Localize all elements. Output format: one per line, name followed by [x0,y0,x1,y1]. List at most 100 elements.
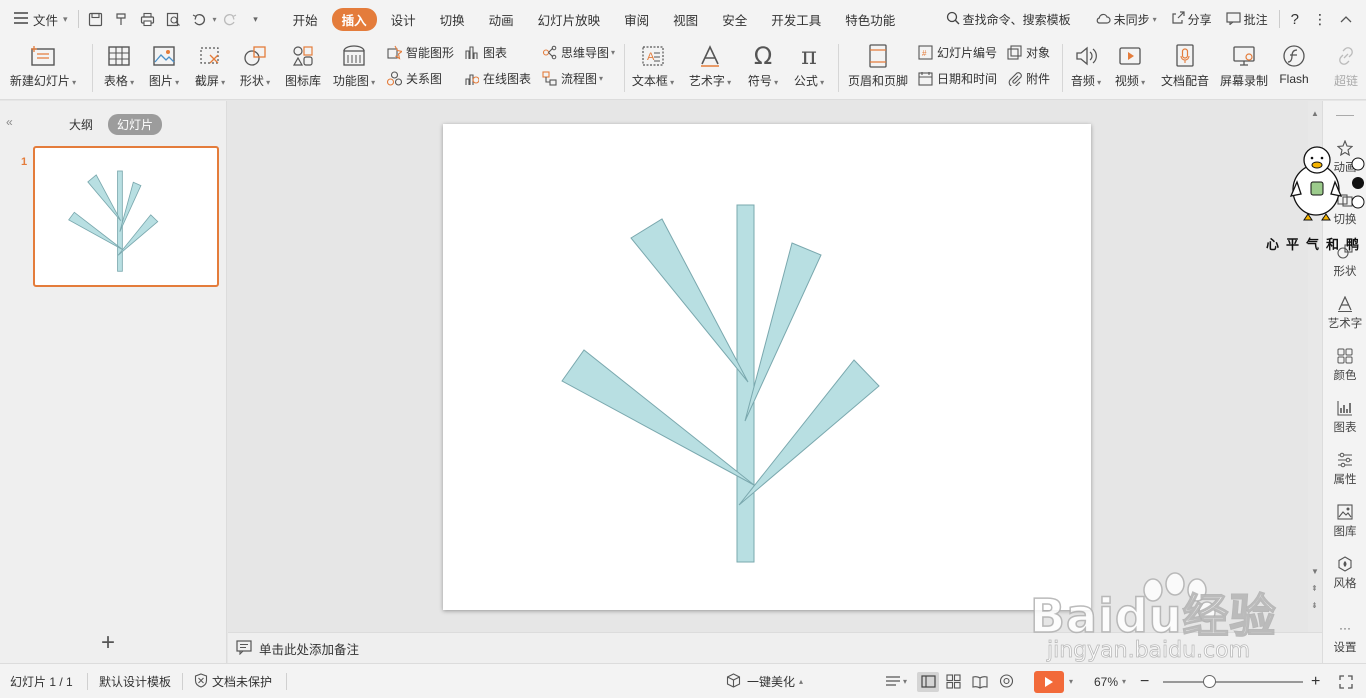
template-name[interactable]: 默认设计模板 [99,664,171,698]
flowchart-button[interactable]: 流程图 ▾ [542,70,603,87]
zoom-slider-thumb[interactable] [1203,674,1217,688]
tab-view[interactable]: 视图 [663,8,708,31]
attachment-button[interactable]: 附件 [1007,70,1050,87]
screen-record-button[interactable]: 屏幕录制 [1216,38,1272,89]
align-icon [886,676,900,686]
side-shape-label: 形状 [1333,266,1357,278]
function-chart-button[interactable]: 功能图 ▾ [331,38,377,89]
collapse-ribbon-icon[interactable] [1333,15,1366,23]
zoom-in-button[interactable]: + [1311,664,1320,698]
screenshot-button[interactable]: 截屏 ▾ [192,38,228,89]
tab-developer[interactable]: 开发工具 [761,8,831,31]
tab-security[interactable]: 安全 [712,8,757,31]
table-button[interactable]: 表格 ▾ [102,38,136,89]
file-menu[interactable]: 文件 ▾ [0,0,74,38]
zoom-level[interactable]: 67% ▾ [1094,664,1126,698]
header-footer-button[interactable]: 页眉和页脚 [846,38,910,89]
tab-slideshow[interactable]: 幻灯片放映 [528,8,611,31]
beautify-button[interactable]: 一键美化 ▴ [726,664,803,698]
icon-library-button[interactable]: 图标库 [283,38,323,89]
side-color-button[interactable]: 颜色 [1323,347,1366,383]
save-icon[interactable] [88,11,104,27]
stem-rectangle[interactable] [736,204,755,563]
print-preview-icon[interactable] [166,11,182,27]
search-command[interactable]: 查找命令、搜索模板 [939,11,1078,28]
search-icon [946,11,960,28]
slide-number-button[interactable]: # 幻灯片编号 [918,44,997,61]
doc-dubbing-button[interactable]: 文档配音 [1158,38,1212,89]
smart-graphic-button[interactable]: 智能图形 [387,44,454,61]
screen-record-icon [1232,42,1256,70]
notes-placeholder: 单击此处添加备注 [259,642,360,657]
side-property-button[interactable]: 属性 [1323,451,1366,487]
tab-slides[interactable]: 幻灯片 [108,114,163,135]
online-chart-button[interactable]: 在线图表 [464,70,531,87]
tab-home[interactable]: 开始 [283,8,328,31]
tab-design[interactable]: 设计 [381,8,426,31]
tab-outline[interactable]: 大纲 [60,114,102,135]
help-button[interactable]: ? [1284,11,1306,28]
share-button[interactable]: 分享 [1164,10,1219,28]
side-gallery-button[interactable]: 图库 [1323,503,1366,539]
tab-review[interactable]: 审阅 [614,8,659,31]
hyperlink-button[interactable]: 超链 [1326,38,1366,89]
prev-slide-icon[interactable]: ⇞ [1311,584,1318,593]
notes-toggle[interactable]: ▾ [885,664,907,698]
art-text-button[interactable]: 艺术字 ▾ [686,38,734,89]
object-button[interactable]: 对象 [1007,44,1050,61]
lower-left-triangle[interactable] [561,349,755,486]
reading-view-button[interactable] [972,664,988,698]
mind-map-button[interactable]: 思维导图 ▾ [542,44,615,61]
shape-button[interactable]: 形状 ▾ [237,38,273,89]
text-box-button[interactable]: A 文本框 ▾ [630,38,676,89]
comment-button[interactable]: 批注 [1219,11,1275,28]
side-style-button[interactable]: 风格 [1323,555,1366,591]
slide-graphic [561,204,880,563]
chevron-down-icon[interactable]: ▾ [1069,677,1073,686]
tab-transition[interactable]: 切换 [430,8,475,31]
relation-chart-button[interactable]: 关系图 [387,70,442,87]
fit-window-button[interactable] [1339,664,1353,698]
flash-button[interactable]: Flash [1276,38,1312,86]
date-time-button[interactable]: 日期和时间 [918,70,997,87]
new-slide-button[interactable]: 新建幻灯片 ▾ [10,38,76,89]
print-icon[interactable] [140,11,156,27]
scroll-up-icon[interactable]: ▲ [1311,109,1319,118]
play-slideshow-button[interactable]: ▾ [1034,664,1073,698]
slide-sorter-button[interactable] [946,664,961,698]
format-painter-icon[interactable] [114,11,130,27]
slide-canvas[interactable] [443,124,1091,610]
video-button[interactable]: 视频 ▾ [1112,38,1148,89]
date-time-label: 日期和时间 [937,72,998,86]
normal-view-button[interactable] [917,664,939,698]
zoom-out-button[interactable]: − [1140,664,1149,698]
presenter-view-button[interactable] [998,664,1015,698]
undo-icon[interactable] [192,11,208,27]
shape-label: 形状 [239,74,264,88]
next-slide-icon[interactable]: ⇟ [1311,601,1318,610]
document-protection[interactable]: 文档未保护 [194,664,272,698]
zoom-slider[interactable] [1163,664,1303,698]
side-art-text-button[interactable]: 艺术字 [1323,295,1366,331]
audio-button[interactable]: 音频 ▾ [1068,38,1104,89]
chevron-down-icon[interactable]: ▾ [213,15,217,24]
formula-button[interactable]: π 公式 ▾ [790,38,828,89]
chart-button[interactable]: 图表 [464,44,507,61]
add-slide-button[interactable]: + [101,631,115,655]
tab-animation[interactable]: 动画 [479,8,524,31]
side-settings-button[interactable]: ··· 设置 [1323,619,1366,655]
tab-special[interactable]: 特色功能 [835,8,905,31]
upper-right-triangle[interactable] [744,242,822,422]
tab-insert[interactable]: 插入 [331,7,377,31]
mind-map-label: 思维导图 [561,46,610,60]
scroll-down-icon[interactable]: ▼ [1311,567,1319,576]
collapse-panel-icon[interactable]: « [6,115,13,129]
slide-thumbnail[interactable] [33,146,219,287]
more-icon[interactable]: ⋮ [1306,11,1333,28]
picture-button[interactable]: 图片 ▾ [147,38,181,89]
symbol-button[interactable]: Ω 符号 ▾ [744,38,782,89]
customize-toolbar-icon[interactable]: ▾ [248,11,264,27]
sync-status[interactable]: 未同步 ▾ [1088,11,1164,28]
upper-left-triangle[interactable] [630,218,749,383]
side-chart-button[interactable]: 图表 [1323,399,1366,435]
